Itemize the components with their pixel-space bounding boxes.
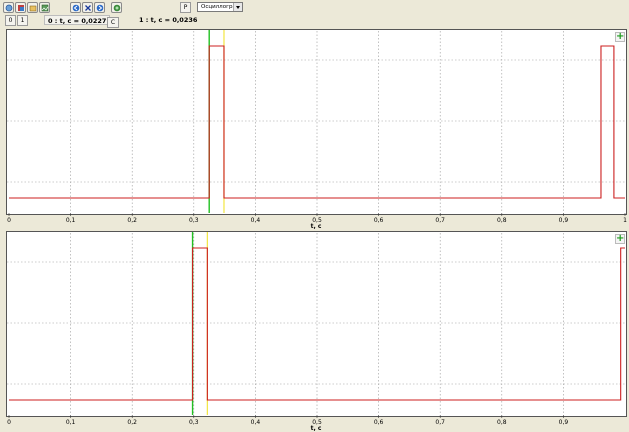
x-tick-label: 0,6 xyxy=(374,419,384,426)
x-tick-label: 0,9 xyxy=(559,419,569,426)
cursor-0-readout: 0 : t, c = 0,0227 xyxy=(44,15,111,25)
plot-area xyxy=(6,231,627,417)
forward-icon[interactable] xyxy=(94,2,105,13)
x-tick-label: 1 xyxy=(623,217,627,224)
x-tick-label: 0,6 xyxy=(374,217,384,224)
x-tick-label: 0 xyxy=(7,217,11,224)
c-button[interactable]: C xyxy=(107,17,119,28)
x-tick-label: 0,3 xyxy=(189,419,199,426)
plot-channel-2[interactable]: 00,10,20,30,40,50,60,70,80,90t, c + xyxy=(6,231,627,431)
plot-area xyxy=(6,29,627,215)
chevron-down-icon[interactable] xyxy=(233,3,242,11)
x-tick-label: 0,3 xyxy=(189,217,199,224)
mode-select[interactable]: Осциллограф xyxy=(197,2,243,12)
tools-icon[interactable] xyxy=(15,2,26,13)
oscilloscope-window: P Осциллограф 0 1 0 : t, c = 0,0227 C 1 … xyxy=(0,0,629,432)
plot-channel-1[interactable]: 00,10,20,30,40,50,60,70,80,91It, c + xyxy=(6,29,627,230)
back-icon[interactable] xyxy=(70,2,81,13)
x-tick-label: 0,9 xyxy=(559,217,569,224)
x-tick-label: 0,1 xyxy=(66,217,76,224)
copy-icon[interactable] xyxy=(27,2,38,13)
x-tick-label: 0,4 xyxy=(251,419,261,426)
x-tick-label: 0,4 xyxy=(251,217,261,224)
tab-0[interactable]: 0 xyxy=(5,15,16,26)
x-tick-label: 0 xyxy=(7,419,11,426)
x-axis-label: t, c xyxy=(311,425,322,431)
x-axis-label: t, c xyxy=(311,223,322,230)
x-tick-label: 0,7 xyxy=(435,217,445,224)
image-icon[interactable] xyxy=(39,2,50,13)
open-icon[interactable] xyxy=(3,2,14,13)
x-tick-label: 0,8 xyxy=(497,217,507,224)
record-icon[interactable] xyxy=(111,2,122,13)
plus-icon[interactable]: + xyxy=(615,234,625,244)
x-tick-label: 0,8 xyxy=(497,419,507,426)
p-button[interactable]: P xyxy=(180,2,191,13)
tab-1[interactable]: 1 xyxy=(17,15,28,26)
cursor-1-readout: 1 : t, c = 0,0236 xyxy=(136,15,201,25)
x-tick-label: 0,1 xyxy=(66,419,76,426)
x-tick-label: 0,7 xyxy=(435,419,445,426)
cross-icon[interactable] xyxy=(82,2,93,13)
x-tick-label: 0,2 xyxy=(127,217,137,224)
plus-icon[interactable]: + xyxy=(615,32,625,42)
x-tick-label: 0,2 xyxy=(127,419,137,426)
